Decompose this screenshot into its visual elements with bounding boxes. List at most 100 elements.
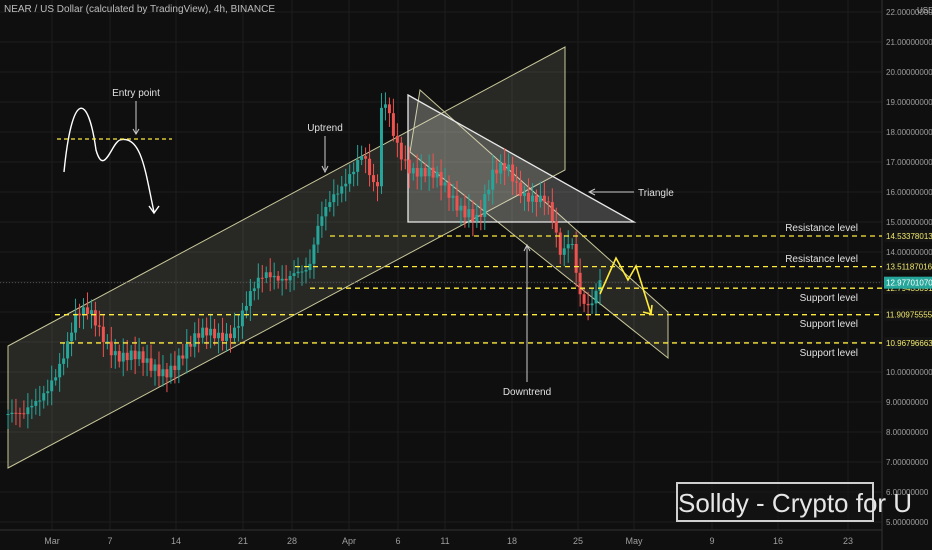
candle-body [34, 401, 38, 406]
candle-body [499, 163, 503, 174]
x-tick-label: May [625, 536, 643, 546]
candle-body [133, 350, 137, 360]
candle-body [244, 305, 248, 311]
candle-body [42, 393, 46, 401]
candle-body [534, 195, 538, 202]
price-chart[interactable]: 5.000000006.000000007.000000008.00000000… [0, 0, 932, 550]
candle-body [296, 271, 300, 274]
candle-body [491, 169, 495, 190]
candle-body [58, 363, 62, 378]
candle-body [129, 350, 133, 361]
candle-body [455, 195, 459, 211]
candle-body [153, 364, 157, 371]
candle-body [141, 351, 145, 363]
candle-body [236, 326, 240, 328]
candle-body [125, 352, 129, 361]
candle-body [157, 364, 161, 377]
candle-body [387, 104, 391, 114]
candle-body [379, 107, 383, 187]
x-tick-label: 23 [843, 536, 853, 546]
candle-body [487, 189, 491, 195]
candle-body [272, 275, 276, 278]
candle-body [113, 351, 117, 356]
candle-body [523, 192, 527, 196]
level-label: Support level [800, 319, 858, 330]
candle-body [169, 365, 173, 378]
candle-body [217, 332, 221, 339]
candle-body [181, 355, 185, 359]
candle-body [74, 313, 78, 333]
candle-body [495, 169, 499, 174]
candle-body [300, 271, 304, 273]
candle-body [22, 413, 26, 415]
annotation-downtrend: Downtrend [503, 387, 551, 398]
candle-body [483, 194, 487, 217]
candle-body [542, 195, 546, 202]
candle-body [320, 216, 324, 226]
candle-body [411, 168, 415, 174]
annotation-entry-point: Entry point [112, 88, 160, 99]
level-price-label: 11.90975555 [886, 311, 932, 320]
x-tick-label: 21 [238, 536, 248, 546]
level-label: Support level [800, 293, 858, 304]
x-tick-label: 11 [440, 536, 449, 546]
level-label: Resistance level [785, 254, 858, 265]
candle-body [193, 333, 197, 347]
candle-body [372, 175, 376, 183]
candle-body [348, 174, 352, 184]
candle-body [185, 343, 189, 359]
x-tick-label: 6 [395, 536, 400, 546]
level-price-label: 14.53378013 [886, 232, 932, 241]
candle-body [288, 276, 292, 281]
candle-body [280, 278, 284, 281]
candle-body [62, 358, 66, 364]
candle-body [582, 294, 586, 304]
candle-body [209, 328, 213, 336]
candle-body [121, 352, 125, 362]
candle-body [467, 209, 471, 218]
candle-body [360, 156, 364, 160]
y-tick-label: 18.00000000 [886, 128, 932, 137]
candle-body [276, 275, 280, 281]
chart-title: NEAR / US Dollar (calculated by TradingV… [4, 4, 276, 15]
candle-body [479, 214, 483, 217]
x-tick-label: 18 [507, 536, 517, 546]
candle-body [264, 272, 268, 278]
level-price-label: 10.96796663 [886, 339, 932, 348]
candle-body [574, 244, 578, 273]
candle-body [197, 333, 201, 338]
x-tick-label: Mar [44, 536, 60, 546]
candle-body [252, 288, 256, 292]
candle-body [546, 201, 550, 203]
candle-body [511, 164, 515, 182]
level-price-label: 13.51187016 [886, 263, 932, 272]
candle-body [316, 225, 320, 245]
candle-body [30, 405, 34, 408]
candle-body [10, 412, 14, 414]
candle-body [324, 206, 328, 217]
candle-body [332, 194, 336, 203]
candle-body [594, 290, 598, 304]
candle-body [415, 168, 419, 177]
candle-body [284, 278, 288, 281]
x-tick-label: 7 [107, 536, 112, 546]
candle-body [93, 310, 97, 326]
candle-body [475, 214, 479, 222]
candle-body [395, 135, 399, 143]
candle-body [459, 205, 463, 211]
candle-body [352, 171, 356, 175]
candle-body [407, 159, 411, 174]
candle-body [550, 202, 554, 222]
candle-body [173, 365, 177, 371]
candle-body [562, 248, 566, 255]
candle-body [232, 327, 236, 339]
candle-body [117, 351, 121, 362]
candle-body [515, 181, 519, 183]
candle-body [336, 193, 340, 195]
candle-body [161, 369, 165, 377]
candle-body [304, 270, 308, 272]
annotation-uptrend: Uptrend [307, 123, 343, 134]
candle-body [248, 291, 252, 306]
candle-body [447, 182, 451, 198]
y-tick-label: 19.00000000 [886, 98, 932, 107]
